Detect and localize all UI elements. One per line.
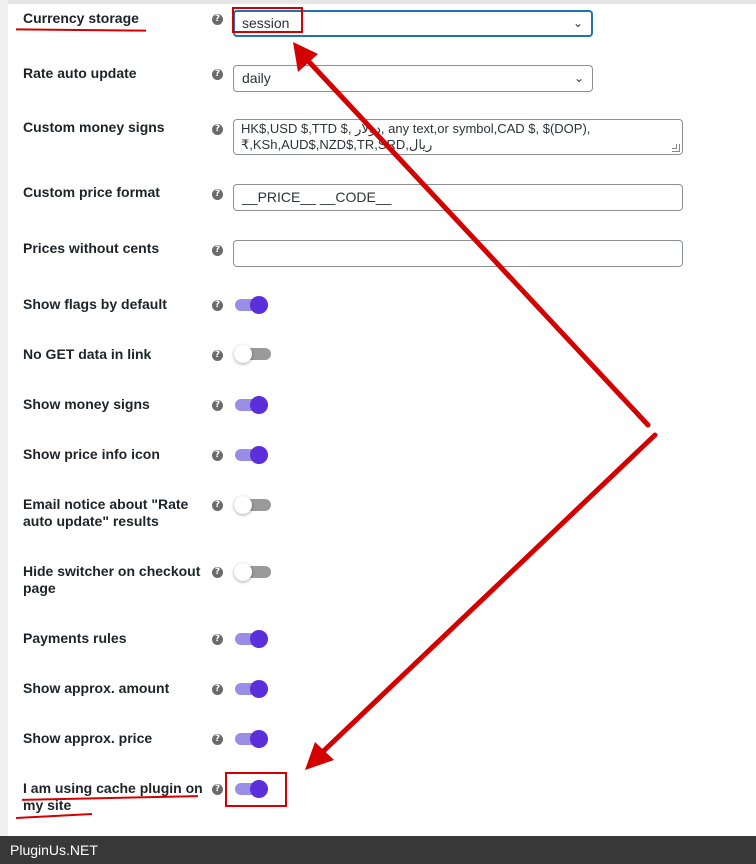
question-circle-icon[interactable]: ?: [212, 14, 223, 25]
question-circle-icon[interactable]: ?: [212, 684, 223, 695]
show-approx-amount-toggle[interactable]: [234, 680, 270, 700]
rate-auto-update-select[interactable]: daily ⌄: [233, 65, 593, 92]
question-circle-icon[interactable]: ?: [212, 69, 223, 80]
setting-label: No GET data in link: [23, 346, 152, 362]
custom-price-format-input[interactable]: __PRICE__ __CODE__: [233, 184, 683, 211]
no-get-data-toggle[interactable]: [234, 345, 271, 365]
question-circle-icon[interactable]: ?: [212, 734, 223, 745]
left-gutter: [0, 0, 8, 836]
resize-handle-icon[interactable]: [672, 144, 680, 152]
email-notice-toggle[interactable]: [234, 496, 271, 516]
setting-no-get-data-in-link: No GET data in link ?: [8, 345, 756, 370]
setting-label: Custom price format: [23, 184, 160, 200]
setting-label: Show price info icon: [23, 446, 160, 462]
setting-email-notice: Email notice about "Rate auto update" re…: [8, 496, 756, 536]
question-circle-icon[interactable]: ?: [212, 350, 223, 361]
setting-label: Payments rules: [23, 630, 127, 646]
select-value: daily: [242, 70, 271, 86]
top-edge: [0, 0, 756, 4]
question-circle-icon[interactable]: ?: [212, 784, 223, 795]
setting-label: Custom money signs: [23, 119, 165, 135]
question-circle-icon[interactable]: ?: [212, 634, 223, 645]
prices-without-cents-input[interactable]: [233, 240, 683, 267]
setting-using-cache-plugin: I am using cache plugin on my site ?: [8, 780, 756, 820]
setting-show-flags-by-default: Show flags by default ?: [8, 296, 756, 320]
setting-label: Hide switcher on checkout page: [23, 563, 201, 596]
setting-label: Prices without cents: [23, 240, 160, 256]
question-circle-icon[interactable]: ?: [212, 124, 223, 135]
setting-custom-price-format: Custom price format ? __PRICE__ __CODE__: [8, 184, 756, 214]
show-flags-toggle[interactable]: [234, 296, 270, 316]
setting-prices-without-cents: Prices without cents ?: [8, 240, 756, 270]
question-circle-icon[interactable]: ?: [212, 450, 223, 461]
setting-payments-rules: Payments rules ?: [8, 630, 756, 654]
setting-label: Show approx. amount: [23, 680, 170, 696]
footer-bar: PluginUs.NET: [0, 836, 756, 864]
setting-hide-switcher-on-checkout: Hide switcher on checkout page ?: [8, 563, 756, 603]
footer-brand[interactable]: PluginUs.NET: [10, 842, 98, 858]
setting-show-price-info-icon: Show price info icon ?: [8, 446, 756, 470]
annotation-box-cache-toggle: [225, 772, 287, 807]
show-approx-price-toggle[interactable]: [234, 730, 270, 750]
setting-show-approx-price: Show approx. price ?: [8, 730, 756, 754]
show-money-signs-toggle[interactable]: [234, 396, 270, 416]
show-price-info-icon-toggle[interactable]: [234, 446, 270, 466]
question-circle-icon[interactable]: ?: [212, 500, 223, 511]
setting-label: Currency storage: [23, 10, 139, 26]
setting-show-approx-amount: Show approx. amount ?: [8, 680, 756, 704]
chevron-down-icon: ⌄: [572, 16, 583, 30]
setting-label: Rate auto update: [23, 65, 137, 81]
textarea-value: HK$,USD $,TTD $, دولار, any text,or symb…: [241, 121, 591, 152]
payments-rules-toggle[interactable]: [234, 630, 270, 650]
custom-money-signs-textarea[interactable]: HK$,USD $,TTD $, دولار, any text,or symb…: [233, 119, 683, 155]
chevron-down-icon: ⌄: [573, 71, 584, 85]
setting-custom-money-signs: Custom money signs ? HK$,USD $,TTD $, دو…: [8, 119, 756, 159]
question-circle-icon[interactable]: ?: [212, 189, 223, 200]
question-circle-icon[interactable]: ?: [212, 300, 223, 311]
setting-show-money-signs: Show money signs ?: [8, 396, 756, 420]
question-circle-icon[interactable]: ?: [212, 245, 223, 256]
setting-label: Show money signs: [23, 396, 150, 412]
setting-label: Show approx. price: [23, 730, 153, 746]
question-circle-icon[interactable]: ?: [212, 567, 223, 578]
hide-switcher-toggle[interactable]: [234, 563, 271, 583]
setting-currency-storage: Currency storage ? session ⌄: [8, 10, 756, 40]
setting-label: Email notice about "Rate auto update" re…: [23, 496, 189, 529]
setting-rate-auto-update: Rate auto update ? daily ⌄: [8, 65, 756, 95]
setting-label: Show flags by default: [23, 296, 167, 312]
annotation-box-currency-storage: [232, 7, 303, 33]
question-circle-icon[interactable]: ?: [212, 400, 223, 411]
